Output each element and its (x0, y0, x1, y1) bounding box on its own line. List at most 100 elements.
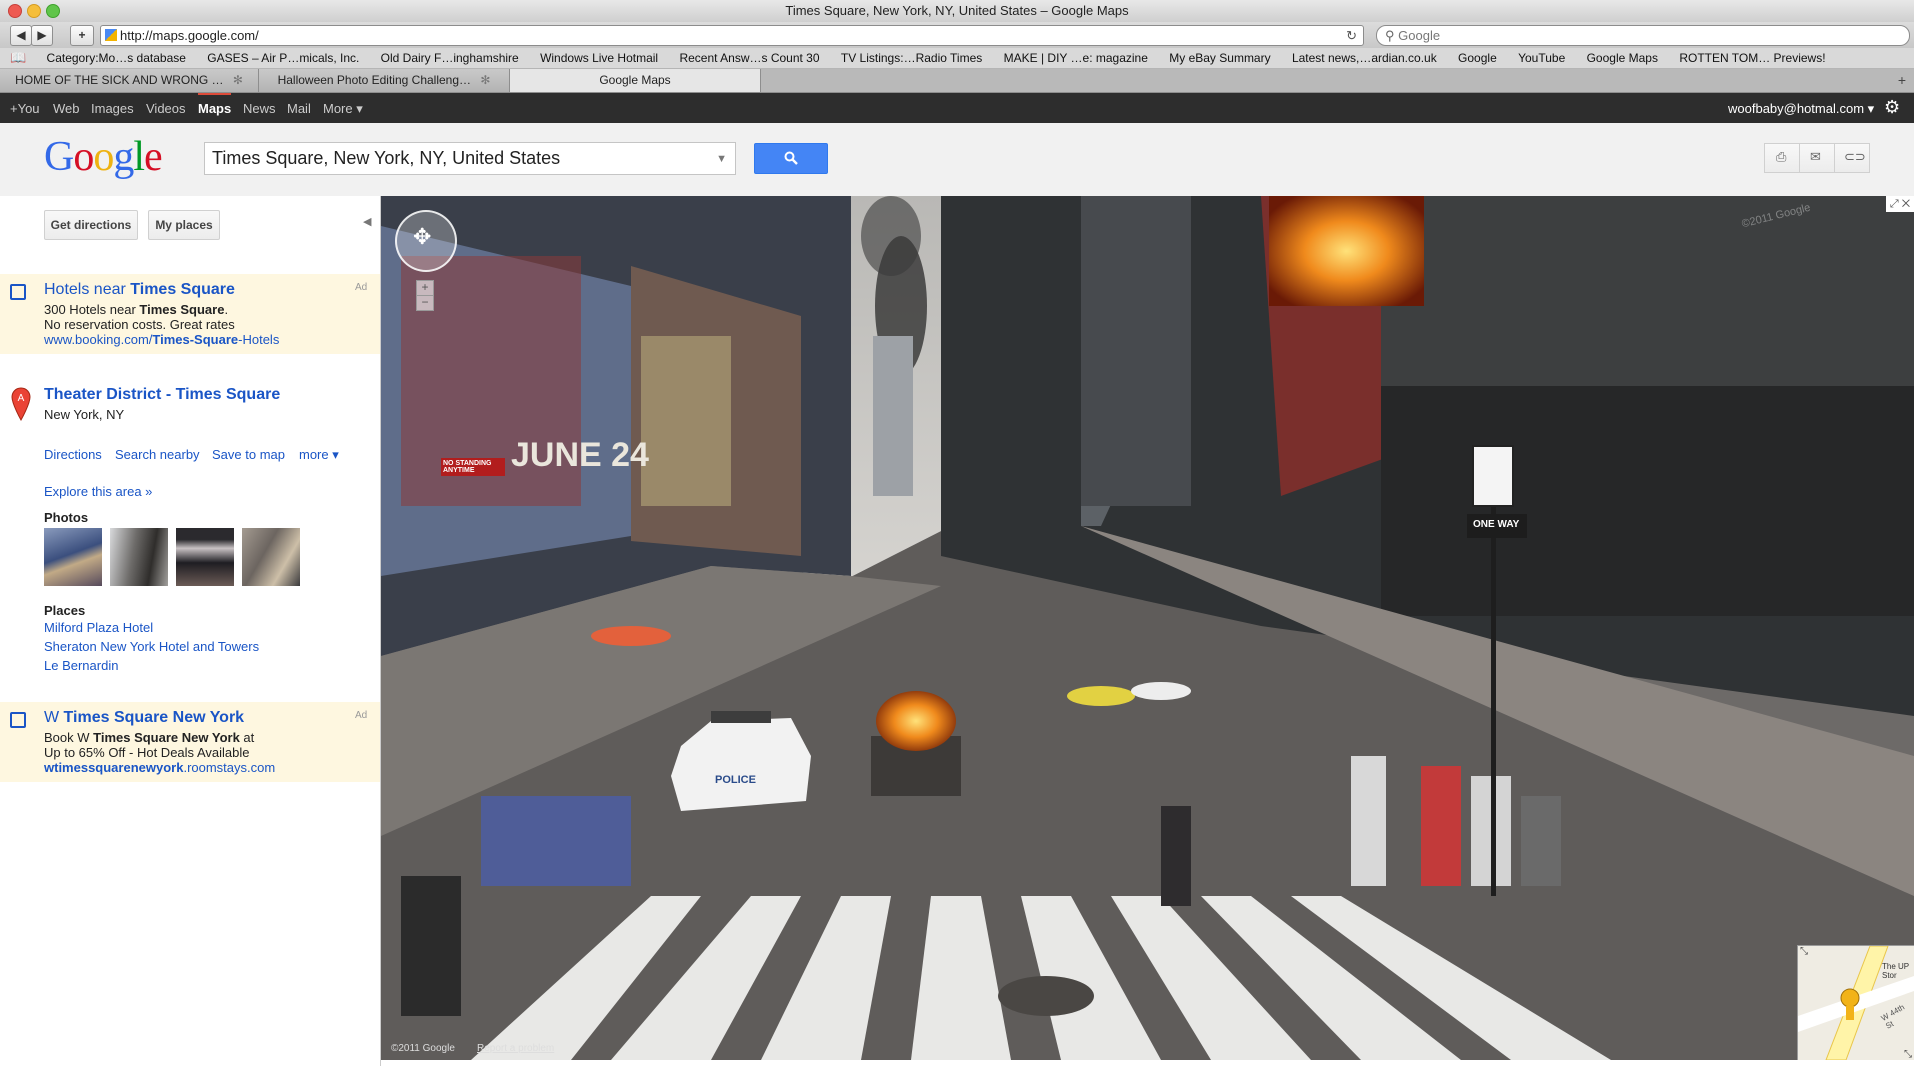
gbar-link-images[interactable]: Images (91, 101, 134, 116)
bookmark-item[interactable]: MAKE | DIY …e: magazine (995, 48, 1157, 68)
add-bookmark-button[interactable]: + (70, 25, 94, 46)
bookmark-item[interactable]: Old Dairy F…inghamshire (372, 48, 528, 68)
ad-line1: Book W Times Square New York at (44, 730, 255, 745)
search-icon: ⚲ (1385, 28, 1395, 43)
reload-icon[interactable]: ↻ (1346, 26, 1357, 45)
photo-thumbnail[interactable] (110, 528, 168, 586)
ad-line2: Up to 65% Off - Hot Deals Available (44, 745, 250, 760)
street-view-panorama[interactable]: JUNE 24 POLICE ONE WAY NO STANDING ANYTI… (381, 196, 1914, 1060)
gbar-link-plus-you[interactable]: +You (10, 101, 40, 116)
print-button[interactable]: ⎙ (1764, 143, 1800, 173)
report-problem-link[interactable]: Report a problem (477, 1043, 554, 1054)
svg-text:A: A (18, 393, 25, 404)
bookmark-item[interactable]: Google Maps (1578, 48, 1667, 68)
ad-url[interactable]: www.booking.com/Times-Square-Hotels (44, 332, 279, 347)
minimap-poi-label: The UP Stor (1882, 962, 1909, 980)
save-to-map-link[interactable]: Save to map (212, 447, 285, 462)
results-panel: Get directions My places ◀ Hotels near T… (0, 196, 381, 1066)
result-address: New York, NY (44, 407, 125, 422)
bookmark-item[interactable]: Latest news,…ardian.co.uk (1283, 48, 1446, 68)
bookmark-item[interactable]: My eBay Summary (1160, 48, 1279, 68)
minimap-expand-icon[interactable]: ⤡ (1800, 946, 1808, 957)
google-logo[interactable]: Google (44, 133, 163, 181)
chain-link-icon: ⊂⊃ (1844, 149, 1866, 164)
bookmark-item[interactable]: ROTTEN TOM… Previews! (1670, 48, 1834, 68)
magnifier-icon (784, 151, 798, 165)
ad-url[interactable]: wtimessquarenewyork.roomstays.com (44, 760, 275, 775)
loading-spinner-icon: ✻ (480, 73, 491, 87)
place-link[interactable]: Le Bernardin (44, 658, 118, 673)
place-link[interactable]: Sheraton New York Hotel and Towers (44, 639, 259, 654)
pan-control[interactable]: ✥ (395, 210, 457, 272)
ad-link-icon (10, 284, 26, 300)
link-button[interactable]: ⊂⊃ (1834, 143, 1870, 173)
tab-google-maps[interactable]: Google Maps (510, 69, 761, 92)
ad-link-icon (10, 712, 26, 728)
ad-tag: Ad (355, 282, 368, 293)
forward-button[interactable]: ▶ (31, 25, 53, 46)
google-bar: +You Web Images Videos Maps News Mail Mo… (0, 93, 1914, 123)
tab-sick-and-wrong[interactable]: HOME OF THE SICK AND WRONG … ✻ (0, 69, 259, 92)
printer-icon: ⎙ (1776, 149, 1787, 164)
sponsored-result: W Times Square New York Book W Times Squ… (0, 702, 380, 782)
place-link[interactable]: Milford Plaza Hotel (44, 620, 153, 635)
collapse-panel-icon[interactable]: ◀ (363, 215, 371, 228)
more-actions-link[interactable]: more ▾ (299, 447, 339, 463)
explore-area-link[interactable]: Explore this area » (44, 484, 152, 499)
billboard-text: JUNE 24 (511, 436, 649, 474)
gbar-link-news[interactable]: News (243, 101, 276, 116)
photo-thumbnail[interactable] (44, 528, 102, 586)
tab-label: Google Maps (599, 73, 671, 87)
address-bar[interactable]: http://maps.google.com/ ↻ (100, 25, 1364, 46)
directions-link[interactable]: Directions (44, 447, 102, 462)
gbar-link-videos[interactable]: Videos (146, 101, 186, 116)
tab-halloween[interactable]: Halloween Photo Editing Challeng… ✻ (259, 69, 510, 92)
my-places-button[interactable]: My places (148, 210, 220, 240)
plus-icon: + (78, 28, 86, 42)
bookmark-item[interactable]: Category:Mo…s database (38, 48, 195, 68)
account-menu[interactable]: woofbaby@hotmal.com ▾ (1728, 101, 1874, 117)
search-button[interactable] (754, 143, 828, 174)
bookmark-item[interactable]: TV Listings:…Radio Times (832, 48, 991, 68)
minimap-collapse-icon[interactable]: ⤡ (1904, 1049, 1912, 1060)
photo-thumbnail[interactable] (176, 528, 234, 586)
bookmark-item[interactable]: Google (1449, 48, 1506, 68)
address-text: http://maps.google.com/ (120, 28, 259, 43)
get-directions-button[interactable]: Get directions (44, 210, 138, 240)
search-nearby-link[interactable]: Search nearby (115, 447, 200, 462)
maps-search-input[interactable]: Times Square, New York, NY, United State… (204, 142, 736, 175)
email-button[interactable]: ✉ (1799, 143, 1835, 173)
gbar-link-mail[interactable]: Mail (287, 101, 311, 116)
no-standing-sign: NO STANDING ANYTIME (441, 458, 505, 476)
result-title[interactable]: Theater District - Times Square (44, 386, 280, 404)
ad-title[interactable]: Hotels near Times Square (44, 281, 235, 299)
gbar-link-maps[interactable]: Maps (198, 93, 232, 116)
bookmark-item[interactable]: YouTube (1509, 48, 1574, 68)
loading-spinner-icon: ✻ (232, 73, 243, 87)
map-marker-a-icon[interactable]: A (11, 387, 31, 421)
bookmark-item[interactable]: Windows Live Hotmail (531, 48, 667, 68)
zoom-in-button[interactable]: + (416, 280, 434, 296)
sponsored-result: Hotels near Times Square 300 Hotels near… (0, 274, 380, 354)
copyright-text: ©2011 Google (391, 1043, 455, 1054)
new-tab-button[interactable]: + (1898, 69, 1906, 92)
tab-label: HOME OF THE SICK AND WRONG … (15, 73, 224, 87)
bookmark-item[interactable]: Recent Answ…s Count 30 (670, 48, 828, 68)
back-button[interactable]: ◀ (10, 25, 32, 46)
ad-title[interactable]: W Times Square New York (44, 709, 244, 727)
dropdown-arrow-icon[interactable]: ▼ (716, 144, 727, 175)
gbar-link-web[interactable]: Web (53, 101, 80, 116)
close-streetview-button[interactable]: ⤢ ✕ (1886, 196, 1914, 212)
back-arrow-icon: ◀ (16, 28, 26, 42)
gear-icon[interactable]: ⚙ (1884, 97, 1900, 118)
bookmarks-book-icon[interactable]: 📖 (0, 50, 34, 66)
photo-thumbnail[interactable] (242, 528, 300, 586)
bookmarks-bar: 📖 Category:Mo…s database GASES – Air P…m… (0, 48, 1914, 69)
browser-search-field[interactable]: ⚲ Google (1376, 25, 1910, 46)
search-value: Times Square, New York, NY, United State… (212, 148, 561, 168)
zoom-out-button[interactable]: − (416, 295, 434, 311)
gbar-more-menu[interactable]: More ▾ (323, 101, 363, 117)
bookmark-item[interactable]: GASES – Air P…micals, Inc. (198, 48, 368, 68)
mini-map[interactable]: The UP Stor W 44th St ⤡ ⤡ (1797, 945, 1914, 1060)
maps-header: Google Times Square, New York, NY, Unite… (0, 123, 1914, 197)
